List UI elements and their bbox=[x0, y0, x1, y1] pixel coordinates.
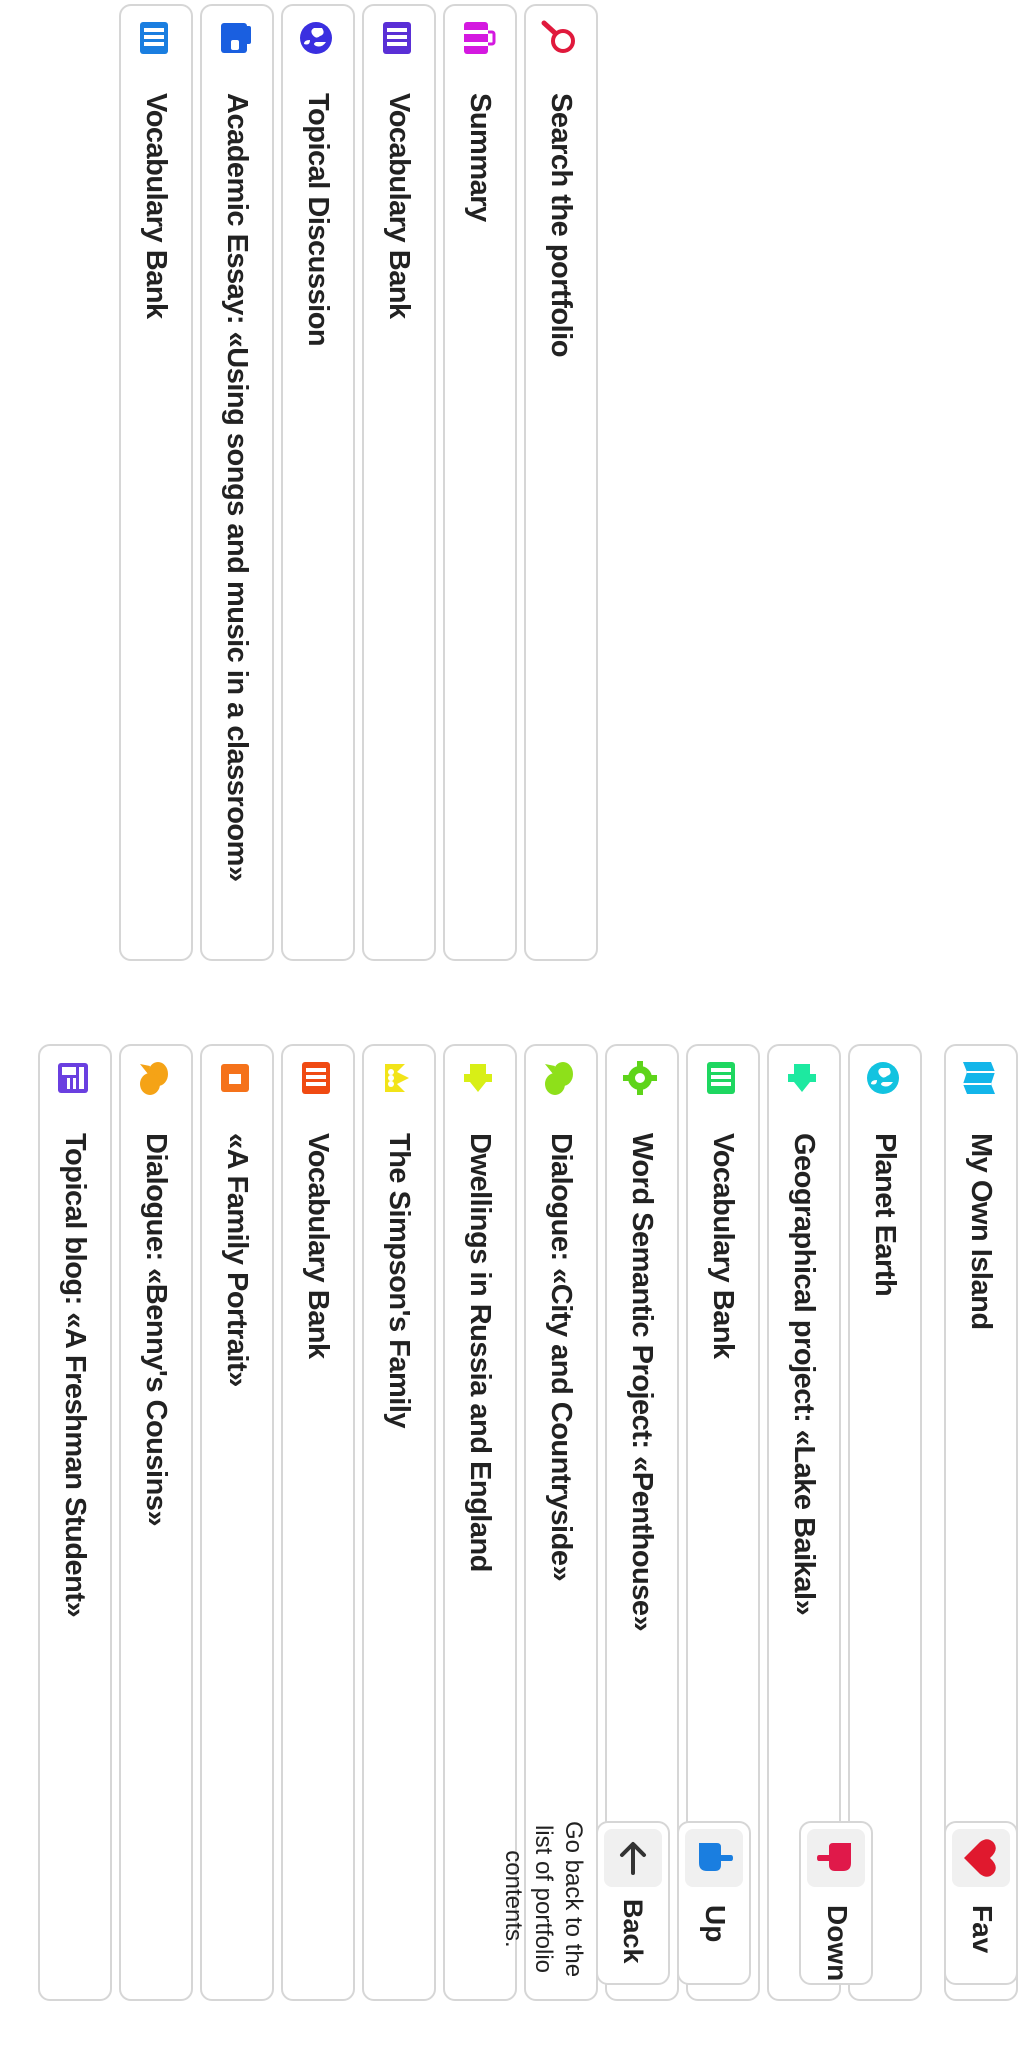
portfolio-item-label: «A Family Portrait» bbox=[221, 1133, 253, 1387]
portrait-icon bbox=[217, 1060, 253, 1096]
portfolio-item-label: Vocabulary Bank bbox=[707, 1133, 739, 1359]
book-icon bbox=[379, 20, 415, 56]
chat-icon bbox=[136, 1060, 172, 1096]
tool-label: Vocabulary Bank bbox=[383, 93, 415, 319]
map-icon bbox=[961, 1060, 997, 1096]
portfolio-item-label: Dialogue: «City and Countryside» bbox=[545, 1133, 577, 1582]
back-button[interactable]: Back bbox=[596, 1821, 670, 1985]
back-label: Back bbox=[618, 1899, 648, 1964]
back-help-text: Go back to the list of portfolio content… bbox=[500, 1820, 587, 1978]
arrow-left-icon bbox=[604, 1829, 662, 1887]
tool-academic-essay[interactable]: Academic Essay: «Using songs and music i… bbox=[200, 4, 274, 961]
pointing-hand-down-icon bbox=[807, 1829, 865, 1887]
portfolio-item-family-portrait[interactable]: «A Family Portrait» bbox=[200, 1044, 274, 2001]
portfolio-item-label: Topical blog: «A Freshman Student» bbox=[59, 1133, 91, 1618]
portfolio-item-label: Dwellings in Russia and England bbox=[464, 1133, 496, 1572]
fav-label: Fav bbox=[967, 1905, 998, 1954]
globe-icon bbox=[298, 20, 334, 56]
tool-label: Search the portfolio bbox=[545, 93, 577, 357]
portfolio-item-label: Planet Earth bbox=[869, 1133, 901, 1297]
portfolio-item-label: My Own Island bbox=[965, 1133, 997, 1330]
up-label: Up bbox=[700, 1905, 731, 1943]
tool-label: Vocabulary Bank bbox=[140, 93, 172, 319]
blog-icon bbox=[55, 1060, 91, 1096]
search-icon bbox=[541, 20, 577, 56]
tool-summary[interactable]: Summary bbox=[443, 4, 517, 961]
down-label: Down bbox=[822, 1905, 853, 1982]
globe-icon bbox=[865, 1060, 901, 1096]
tool-search-portfolio[interactable]: Search the portfolio bbox=[524, 4, 598, 961]
heart-icon bbox=[952, 1829, 1010, 1887]
fav-button[interactable]: Fav bbox=[944, 1821, 1018, 1985]
tool-label: Summary bbox=[464, 93, 496, 222]
tool-vocabulary-bank[interactable]: Vocabulary Bank bbox=[362, 4, 436, 961]
portfolio-item-label: The Simpson's Family bbox=[383, 1133, 415, 1429]
gear-icon bbox=[622, 1060, 658, 1096]
portfolio-item-label: Vocabulary Bank bbox=[302, 1133, 334, 1359]
chat-icon bbox=[541, 1060, 577, 1096]
up-button[interactable]: Up bbox=[677, 1821, 751, 1985]
book-icon bbox=[136, 20, 172, 56]
portfolio-item-simpsons[interactable]: The Simpson's Family bbox=[362, 1044, 436, 2001]
book-icon bbox=[298, 1060, 334, 1096]
down-button[interactable]: Down bbox=[799, 1821, 873, 1985]
tool-label: Academic Essay: «Using songs and music i… bbox=[221, 93, 253, 882]
portfolio-item-label: Word Semantic Project: «Penthouse» bbox=[626, 1133, 658, 1632]
portfolio-item-vocabulary-bank-2[interactable]: Vocabulary Bank bbox=[281, 1044, 355, 2001]
book-icon bbox=[703, 1060, 739, 1096]
tool-topical-discussion[interactable]: Topical Discussion bbox=[281, 4, 355, 961]
briefcase-icon bbox=[460, 20, 496, 56]
portfolio-item-freshman-student[interactable]: Topical blog: «A Freshman Student» bbox=[38, 1044, 112, 2001]
tool-vocabulary-bank-2[interactable]: Vocabulary Bank bbox=[119, 4, 193, 961]
puzzle-icon bbox=[460, 1060, 496, 1096]
wallet-icon bbox=[217, 20, 253, 56]
crown-icon bbox=[379, 1060, 415, 1096]
portfolio-item-label: Dialogue: «Benny's Cousins» bbox=[140, 1133, 172, 1527]
portfolio-item-bennys-cousins[interactable]: Dialogue: «Benny's Cousins» bbox=[119, 1044, 193, 2001]
tool-label: Topical Discussion bbox=[302, 93, 334, 347]
portfolio-item-label: Geographical project: «Lake Baikal» bbox=[788, 1133, 820, 1616]
puzzle-icon bbox=[784, 1060, 820, 1096]
portfolio-screen: My Own Island Planet Earth Geographical … bbox=[0, 0, 1024, 2048]
pointing-hand-up-icon bbox=[685, 1829, 743, 1887]
